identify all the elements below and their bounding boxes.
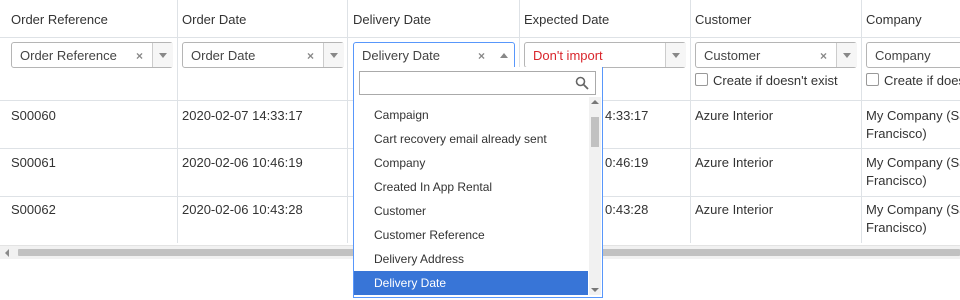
dropdown-scrollbar[interactable] — [589, 97, 601, 295]
field-select-customer[interactable]: Customer × — [695, 42, 857, 68]
cell-company: My Company (Sa — [866, 202, 960, 217]
column-header-expected-date: Expected Date — [524, 12, 610, 27]
dropdown-toggle[interactable] — [836, 43, 857, 67]
cell-company: Francisco) — [866, 126, 927, 141]
scrollbar-thumb[interactable] — [591, 117, 599, 147]
cell-order-date: 2020-02-06 10:43:28 — [182, 202, 303, 217]
field-select-order-reference[interactable]: Order Reference × — [11, 42, 173, 68]
dropdown-option[interactable]: Company — [354, 151, 588, 175]
scroll-down-icon[interactable] — [591, 288, 599, 292]
clear-icon[interactable]: × — [478, 49, 485, 63]
checkbox[interactable] — [695, 73, 708, 86]
chevron-down-icon — [843, 53, 851, 58]
clear-icon[interactable]: × — [307, 49, 314, 63]
cell-expected-date: 4:33:17 — [605, 108, 649, 123]
column-header-delivery-date: Delivery Date — [353, 12, 432, 27]
cell-company: Francisco) — [866, 220, 927, 235]
chevron-down-icon — [330, 53, 338, 58]
cell-company: Francisco) — [866, 173, 927, 188]
dropdown-option[interactable]: Delivery Address — [354, 247, 588, 271]
chevron-down-icon — [672, 53, 680, 58]
column-header-order-date: Order Date — [182, 12, 247, 27]
dropdown-toggle[interactable] — [323, 43, 344, 67]
column-header-company: Company — [866, 12, 922, 27]
checkbox-label: Create if does — [884, 73, 960, 88]
cell-order-reference: S00060 — [11, 108, 56, 123]
cell-order-date: 2020-02-07 14:33:17 — [182, 108, 303, 123]
column-header-order-reference: Order Reference — [11, 12, 108, 27]
dropdown-options: Campaign Cart recovery email already sen… — [354, 99, 588, 297]
dropdown-option[interactable]: Campaign — [354, 103, 588, 127]
cell-customer: Azure Interior — [695, 202, 774, 217]
scroll-left-icon[interactable] — [5, 249, 9, 257]
create-if-missing-customer[interactable]: Create if doesn't exist — [695, 73, 838, 88]
cell-order-reference: S00061 — [11, 155, 56, 170]
cell-order-reference: S00062 — [11, 202, 56, 217]
dropdown-option[interactable]: Customer Reference — [354, 223, 588, 247]
cell-order-date: 2020-02-06 10:46:19 — [182, 155, 303, 170]
checkbox[interactable] — [866, 73, 879, 86]
dropdown-option[interactable]: Customer — [354, 199, 588, 223]
dropdown-search-input[interactable] — [360, 72, 578, 94]
clear-icon[interactable]: × — [136, 49, 143, 63]
cell-company: My Company (Sa — [866, 155, 960, 170]
field-select-value: Order Date — [191, 48, 256, 63]
header-divider — [0, 37, 960, 38]
cell-customer: Azure Interior — [695, 108, 774, 123]
dropdown-toggle[interactable] — [665, 43, 686, 67]
field-select-value: Company — [875, 48, 931, 63]
chevron-down-icon — [159, 53, 167, 58]
field-select-value: Customer — [704, 48, 761, 63]
field-select-value: Delivery Date — [362, 48, 441, 63]
checkbox-label: Create if doesn't exist — [713, 73, 838, 88]
field-select-order-date[interactable]: Order Date × — [182, 42, 344, 68]
dropdown-toggle[interactable] — [152, 43, 173, 67]
field-select-company[interactable]: Company — [866, 42, 960, 68]
field-select-delivery-date[interactable]: Delivery Date × — [353, 42, 515, 68]
chevron-up-icon[interactable] — [500, 53, 508, 58]
field-dropdown: Campaign Cart recovery email already sen… — [353, 67, 603, 298]
field-select-value: Order Reference — [20, 48, 117, 63]
dropdown-search[interactable] — [359, 71, 596, 95]
clear-icon[interactable]: × — [820, 49, 827, 63]
create-if-missing-company[interactable]: Create if does — [866, 73, 960, 88]
dropdown-option[interactable]: Cart recovery email already sent — [354, 127, 588, 151]
dropdown-option-selected[interactable]: Delivery Date — [354, 271, 588, 295]
cell-expected-date: 0:46:19 — [605, 155, 649, 170]
cell-customer: Azure Interior — [695, 155, 774, 170]
dropdown-option[interactable]: Created In App Rental — [354, 175, 588, 199]
cell-company: My Company (Sa — [866, 108, 960, 123]
search-icon — [575, 76, 589, 90]
column-header-customer: Customer — [695, 12, 752, 27]
field-select-expected-date[interactable]: Don't import — [524, 42, 686, 68]
cell-expected-date: 0:43:28 — [605, 202, 649, 217]
field-select-value: Don't import — [533, 48, 603, 63]
scroll-up-icon[interactable] — [591, 100, 599, 104]
